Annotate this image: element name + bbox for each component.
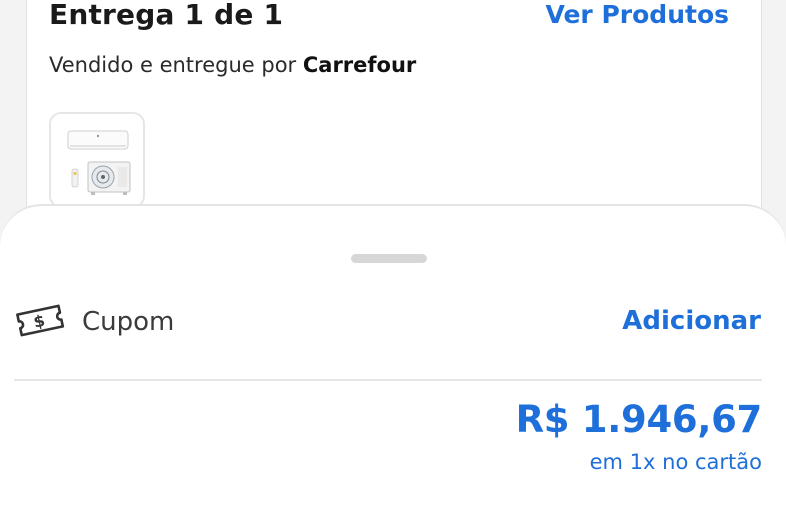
sheet-drag-handle[interactable]: [351, 254, 427, 263]
view-products-link[interactable]: Ver Produtos: [546, 0, 730, 29]
add-coupon-button[interactable]: Adicionar: [622, 306, 761, 336]
installment-info: em 1x no cartão: [589, 450, 762, 474]
coupon-label: Cupom: [82, 307, 175, 337]
product-thumbnail[interactable]: [49, 112, 145, 208]
seller-info: Vendido e entregue por Carrefour: [49, 53, 416, 77]
seller-name: Carrefour: [302, 53, 417, 77]
air-conditioner-icon: [67, 130, 131, 195]
total-price: R$ 1.946,67: [515, 398, 763, 441]
svg-text:$: $: [32, 311, 47, 332]
delivery-title: Entrega 1 de 1: [49, 0, 284, 31]
coupon-ticket-icon: $: [16, 304, 65, 337]
divider: [14, 379, 762, 381]
seller-prefix: Vendido e entregue por: [49, 53, 303, 77]
bottom-sheet: $ Cupom Adicionar R$ 1.946,67 em 1x no c…: [0, 204, 786, 524]
